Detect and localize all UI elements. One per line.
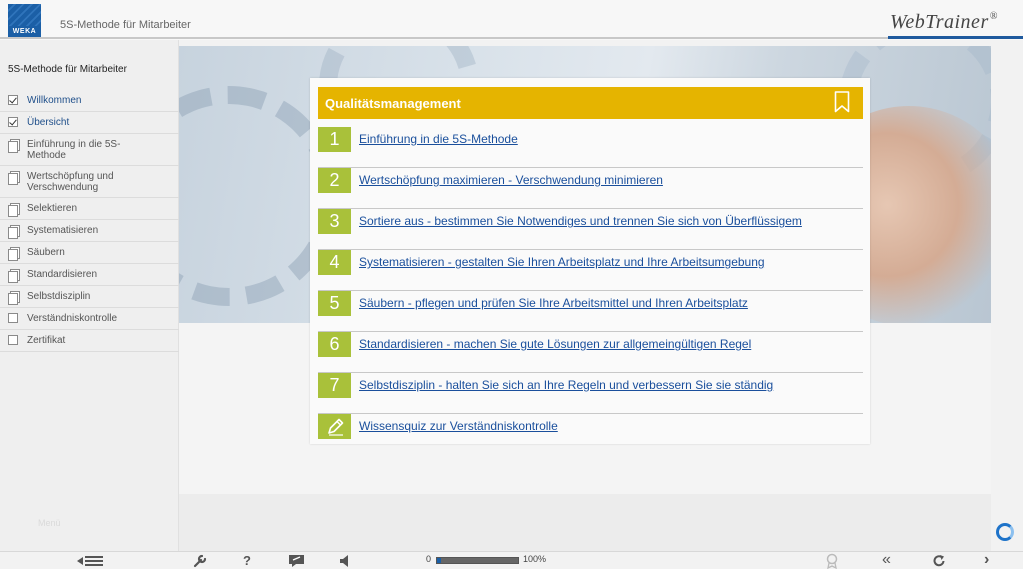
sidebar-item[interactable]: Systematisieren <box>0 220 179 242</box>
chapter-link[interactable]: Wertschöpfung maximieren - Verschwendung… <box>359 173 663 187</box>
page-icon <box>8 203 20 217</box>
sidebar-item[interactable]: Wertschöpfung und Verschwendung <box>0 166 179 198</box>
certificate-icon[interactable] <box>826 553 838 569</box>
sidebar-item-label: Selektieren <box>27 203 78 214</box>
chapter-link[interactable]: Säubern - pflegen und prüfen Sie Ihre Ar… <box>359 296 748 310</box>
loading-indicator <box>996 523 1014 541</box>
reload-icon[interactable] <box>932 554 946 568</box>
chapter-link[interactable]: Standardisieren - machen Sie gute Lösung… <box>359 337 751 351</box>
chapter-link[interactable]: Einführung in die 5S-Methode <box>359 132 518 146</box>
chapter-row: 7 Selbstdisziplin - halten Sie sich an Ih… <box>318 373 863 414</box>
sidebar-item-label: Verständniskontrolle <box>27 313 118 324</box>
page-icon <box>8 269 20 283</box>
notes-icon[interactable] <box>288 554 306 568</box>
quiz-link[interactable]: Wissensquiz zur Verständniskontrolle <box>359 419 558 433</box>
progress-end: 100% <box>523 554 547 564</box>
sidebar-item[interactable]: Säubern <box>0 242 179 264</box>
checkbox-checked-icon <box>8 117 20 129</box>
checkbox-icon <box>8 335 20 347</box>
chapter-row: 1 Einführung in die 5S-Methode <box>318 127 863 168</box>
webtrainer-logo: WebTrainer® <box>890 11 998 33</box>
sidebar-item[interactable]: Einführung in die 5S-Methode <box>0 134 179 166</box>
collapse-menu-icon[interactable] <box>76 555 104 567</box>
checkbox-icon <box>8 313 20 325</box>
bookmark-icon[interactable] <box>834 91 850 113</box>
page-icon <box>8 225 20 239</box>
chapter-number: 2 <box>318 168 351 193</box>
sidebar-item-label: Willkommen <box>27 95 82 106</box>
chapter-link[interactable]: Systematisieren - gestalten Sie Ihren Ar… <box>359 255 765 269</box>
sidebar: 5S-Methode für Mitarbeiter Willkommen Übe… <box>0 40 179 551</box>
logo-text: WEKA <box>12 28 37 35</box>
sidebar-item[interactable]: Zertifikat <box>0 330 179 352</box>
sidebar-item-label: Systematisieren <box>27 225 99 236</box>
chapter-link[interactable]: Selbstdisziplin - halten Sie sich an Ihr… <box>359 378 773 392</box>
sidebar-item[interactable]: Standardisieren <box>0 264 179 286</box>
sidebar-item-label: Zertifikat <box>27 335 66 346</box>
progress-start: 0 <box>426 554 432 564</box>
chapter-row: 2 Wertschöpfung maximieren - Verschwendun… <box>318 168 863 209</box>
sidebar-item[interactable]: Selektieren <box>0 198 179 220</box>
page-icon <box>8 247 20 261</box>
chapter-list: 1 Einführung in die 5S-Methode 2 Wertschöpf… <box>318 127 863 455</box>
sidebar-item-label: Übersicht <box>27 117 70 128</box>
pencil-icon <box>318 414 351 439</box>
chapter-number: 3 <box>318 209 351 234</box>
page-icon <box>8 171 20 185</box>
chapter-row: 4 Systematisieren - gestalten Sie Ihren A… <box>318 250 863 291</box>
sidebar-item[interactable]: Übersicht <box>0 112 179 134</box>
next-icon[interactable]: › <box>984 552 989 568</box>
app-title: 5S-Methode für Mitarbeiter <box>60 19 191 31</box>
back-icon[interactable]: « <box>882 552 891 568</box>
toolbar: ? 0 100% « › <box>0 551 1023 569</box>
weka-logo: WEKA <box>8 4 41 37</box>
sidebar-item-label: Einführung in die 5S-Methode <box>27 139 121 161</box>
chapter-link[interactable]: Sortiere aus - bestimmen Sie Notwendiges… <box>359 214 802 228</box>
sidebar-item[interactable]: Willkommen <box>0 90 179 112</box>
page-icon <box>8 291 20 305</box>
quiz-row: Wissensquiz zur Verständniskontrolle <box>318 414 863 455</box>
page-icon <box>8 139 20 153</box>
chapter-number: 7 <box>318 373 351 398</box>
speaker-icon[interactable] <box>339 554 353 568</box>
sidebar-title: 5S-Methode für Mitarbeiter <box>8 64 127 75</box>
wrench-icon[interactable] <box>193 554 207 568</box>
card-header: Qualitätsmanagement <box>318 87 863 119</box>
card-title: Qualitätsmanagement <box>325 96 461 111</box>
checkbox-checked-icon <box>8 95 20 107</box>
chapter-row: 5 Säubern - pflegen und prüfen Sie Ihre A… <box>318 291 863 332</box>
header: WEKA 5S-Methode für Mitarbeiter WebTrain… <box>0 0 1023 40</box>
chapter-overview-card: Qualitätsmanagement 1 Einführung in die 5… <box>310 78 870 444</box>
progress: 0 100% <box>426 554 546 564</box>
sidebar-item-label: Standardisieren <box>27 269 98 280</box>
sidebar-item[interactable]: Selbstdisziplin <box>0 286 179 308</box>
menu-label: Menü <box>38 518 61 528</box>
chapter-number: 1 <box>318 127 351 152</box>
sidebar-item-label: Säubern <box>27 247 65 258</box>
sidebar-nav: Willkommen Übersicht Einführung in die 5S-… <box>0 90 179 352</box>
chapter-number: 5 <box>318 291 351 316</box>
chapter-number: 4 <box>318 250 351 275</box>
help-icon[interactable]: ? <box>243 553 251 569</box>
chapter-number: 6 <box>318 332 351 357</box>
sidebar-item[interactable]: Verständniskontrolle <box>0 308 179 330</box>
progress-bar <box>436 557 519 564</box>
sidebar-item-label: Selbstdisziplin <box>27 291 91 302</box>
chapter-row: 6 Standardisieren - machen Sie gute Lösun… <box>318 332 863 373</box>
chapter-row: 3 Sortiere aus - bestimmen Sie Notwendige… <box>318 209 863 250</box>
sidebar-item-label: Wertschöpfung und Verschwendung <box>27 171 114 193</box>
